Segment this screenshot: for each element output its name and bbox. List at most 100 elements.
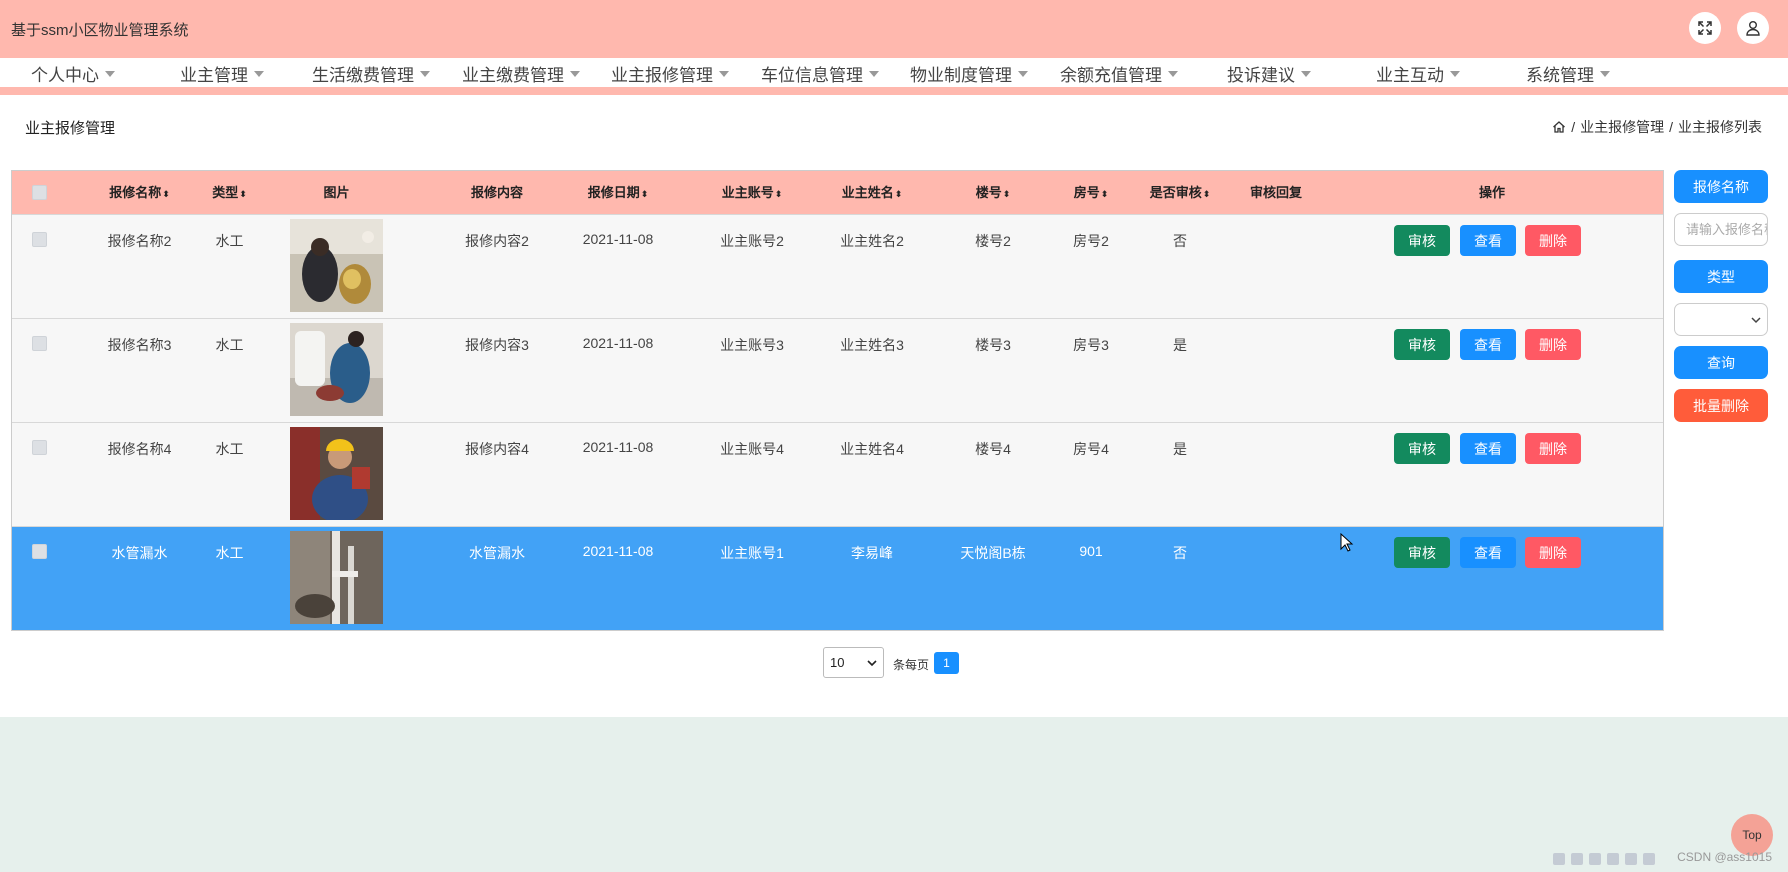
page-number-current[interactable]: 1 xyxy=(934,652,959,674)
sort-icon: ⬍ xyxy=(640,189,649,199)
breadcrumb-separator: / xyxy=(1669,119,1673,135)
chevron-down-icon xyxy=(1018,70,1028,77)
nav-item-complaints[interactable]: 投诉建议 xyxy=(1227,61,1311,86)
table-row[interactable]: 报修名称3 水工 报修内容3 2021-11-08 业主账号3 业主姓名3 楼号… xyxy=(12,318,1663,422)
repair-table: 报修名称⬍ 类型⬍ 图片 报修内容 报修日期⬍ 业主账号⬍ 业主姓名⬍ 楼号⬍ … xyxy=(11,170,1664,631)
table-row[interactable]: 水管漏水 水工 水管漏水 2021-11-08 业主账号1 李易峰 天悦阁B栋 … xyxy=(12,526,1663,630)
header-label: 类型 xyxy=(212,185,239,200)
query-button[interactable]: 查询 xyxy=(1674,346,1768,379)
cell-name: 报修名称4 xyxy=(107,441,172,457)
fullscreen-button[interactable] xyxy=(1689,12,1721,44)
col-header-name[interactable]: 报修名称⬍ xyxy=(97,171,182,214)
per-page-label: 条每页 xyxy=(893,658,930,672)
cell-audited: 否 xyxy=(1173,545,1187,561)
chevron-down-icon xyxy=(1301,70,1311,77)
chevron-down-icon xyxy=(869,70,879,77)
cell-building: 楼号2 xyxy=(975,233,1011,249)
cell-content: 报修内容2 xyxy=(465,233,529,249)
sort-icon: ⬍ xyxy=(894,189,903,199)
cell-room: 房号3 xyxy=(1073,337,1109,353)
repair-name-input[interactable]: 请输入报修名称 xyxy=(1674,213,1768,246)
col-header-room[interactable]: 房号⬍ xyxy=(1051,171,1131,214)
select-all-checkbox[interactable] xyxy=(32,185,47,200)
header-label: 楼号 xyxy=(975,185,1002,200)
row-checkbox[interactable] xyxy=(32,232,47,247)
table-row[interactable]: 报修名称4 水工 报修内容4 2021-11-08 业主账号4 业主姓名4 楼号… xyxy=(12,422,1663,526)
cell-room: 901 xyxy=(1079,543,1103,559)
user-button[interactable] xyxy=(1737,12,1769,44)
col-header-image: 图片 xyxy=(323,185,350,200)
delete-button[interactable]: 删除 xyxy=(1525,433,1581,464)
row-checkbox[interactable] xyxy=(32,440,47,455)
repair-photo[interactable] xyxy=(290,323,383,416)
batch-delete-button[interactable]: 批量删除 xyxy=(1674,389,1768,422)
delete-button[interactable]: 删除 xyxy=(1525,225,1581,256)
nav-item-system-management[interactable]: 系统管理 xyxy=(1526,61,1610,86)
view-button[interactable]: 查看 xyxy=(1460,433,1516,464)
nav-item-owner-payment[interactable]: 业主缴费管理 xyxy=(462,61,580,86)
cell-owner: 业主姓名2 xyxy=(840,233,904,249)
watermark-icons xyxy=(1553,853,1669,867)
nav-item-parking-info[interactable]: 车位信息管理 xyxy=(761,61,879,86)
nav-item-personal-center[interactable]: 个人中心 xyxy=(31,61,115,86)
col-header-owner[interactable]: 业主姓名⬍ xyxy=(822,171,922,214)
type-label-button[interactable]: 类型 xyxy=(1674,260,1768,293)
repair-photo[interactable] xyxy=(290,427,383,520)
nav-item-balance-recharge[interactable]: 余额充值管理 xyxy=(1060,61,1178,86)
nav-label: 业主管理 xyxy=(180,66,248,85)
home-icon[interactable] xyxy=(1552,120,1566,134)
audit-button[interactable]: 审核 xyxy=(1394,225,1450,256)
type-select[interactable] xyxy=(1674,303,1768,336)
page-size-select[interactable]: 10 xyxy=(823,647,884,678)
nav-item-property-rules[interactable]: 物业制度管理 xyxy=(910,61,1028,86)
fullscreen-icon xyxy=(1698,21,1712,35)
cell-date: 2021-11-08 xyxy=(582,335,654,351)
cell-room: 房号2 xyxy=(1073,233,1109,249)
cell-name: 水管漏水 xyxy=(111,545,168,561)
delete-button[interactable]: 删除 xyxy=(1525,537,1581,568)
nav-item-repair-management[interactable]: 业主报修管理 xyxy=(611,61,729,86)
select-arrow-icon xyxy=(1751,317,1761,324)
col-header-audited[interactable]: 是否审核⬍ xyxy=(1135,171,1225,214)
repair-name-label-button[interactable]: 报修名称 xyxy=(1674,170,1768,203)
header-label: 房号 xyxy=(1073,185,1100,200)
col-header-date[interactable]: 报修日期⬍ xyxy=(568,171,668,214)
col-header-reply: 审核回复 xyxy=(1249,185,1302,200)
cell-room: 房号4 xyxy=(1073,441,1109,457)
audit-button[interactable]: 审核 xyxy=(1394,329,1450,360)
chevron-down-icon xyxy=(1450,70,1460,77)
audit-button[interactable]: 审核 xyxy=(1394,433,1450,464)
view-button[interactable]: 查看 xyxy=(1460,537,1516,568)
cell-date: 2021-11-08 xyxy=(582,439,654,455)
view-button[interactable]: 查看 xyxy=(1460,329,1516,360)
top-header: 基于ssm小区物业管理系统 xyxy=(0,0,1788,58)
nav-label: 系统管理 xyxy=(1526,66,1594,85)
chevron-down-icon xyxy=(105,70,115,77)
audit-button[interactable]: 审核 xyxy=(1394,537,1450,568)
col-header-type[interactable]: 类型⬍ xyxy=(192,171,267,214)
col-header-building[interactable]: 楼号⬍ xyxy=(953,171,1033,214)
nav-item-owner-interaction[interactable]: 业主互动 xyxy=(1376,61,1460,86)
table-row[interactable]: 报修名称2 水工 报修内容2 2021-11-08 业主账号2 业主姓名2 楼号… xyxy=(12,214,1663,318)
nav-item-owner-management[interactable]: 业主管理 xyxy=(180,61,264,86)
main-content: 业主报修管理 / 业主报修管理 / 业主报修列表 报修名称⬍ 类型⬍ 图片 报修… xyxy=(0,95,1788,717)
cell-account: 业主账号4 xyxy=(720,441,784,457)
table-header: 报修名称⬍ 类型⬍ 图片 报修内容 报修日期⬍ 业主账号⬍ 业主姓名⬍ 楼号⬍ … xyxy=(12,171,1663,214)
chevron-down-icon xyxy=(254,70,264,77)
row-checkbox[interactable] xyxy=(32,336,47,351)
cell-content: 水管漏水 xyxy=(469,545,525,561)
view-button[interactable]: 查看 xyxy=(1460,225,1516,256)
row-checkbox[interactable] xyxy=(32,544,47,559)
breadcrumb-section[interactable]: 业主报修管理 xyxy=(1580,117,1664,137)
repair-photo[interactable] xyxy=(290,531,383,624)
delete-button[interactable]: 删除 xyxy=(1525,329,1581,360)
cell-type: 水工 xyxy=(215,337,244,353)
header-label: 报修名称 xyxy=(109,185,162,200)
cell-building: 楼号4 xyxy=(975,441,1011,457)
cell-building: 楼号3 xyxy=(975,337,1011,353)
nav-label: 物业制度管理 xyxy=(910,66,1012,85)
nav-item-living-payment[interactable]: 生活缴费管理 xyxy=(312,61,430,86)
col-header-account[interactable]: 业主账号⬍ xyxy=(702,171,802,214)
repair-photo[interactable] xyxy=(290,219,383,312)
sort-icon: ⬍ xyxy=(162,189,170,199)
